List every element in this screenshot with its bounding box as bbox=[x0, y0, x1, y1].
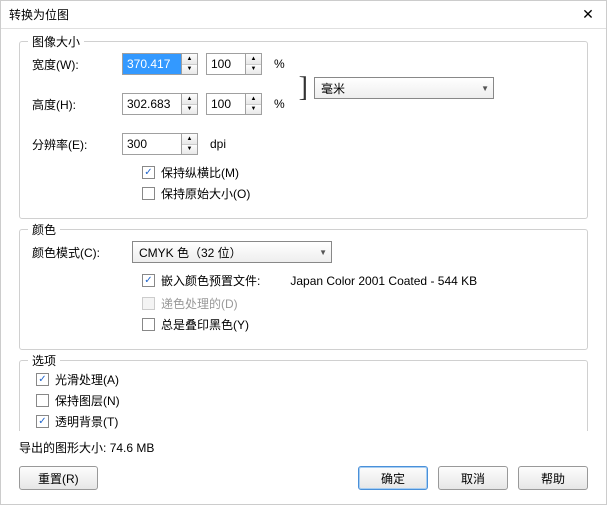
chevron-down-icon[interactable]: ▼ bbox=[246, 105, 261, 115]
color-mode-label: 颜色模式(C): bbox=[32, 244, 132, 261]
convert-to-bitmap-dialog: 转换为位图 ✕ 图像大小 宽度(W): ▲▼ ▲▼ bbox=[0, 0, 607, 505]
chevron-down-icon[interactable]: ▼ bbox=[182, 145, 197, 155]
embed-profile-checkbox[interactable]: ✓ bbox=[142, 274, 155, 287]
width-percent-input[interactable] bbox=[206, 53, 246, 75]
resolution-spin-buttons[interactable]: ▲▼ bbox=[182, 133, 198, 155]
cancel-button[interactable]: 取消 bbox=[438, 466, 508, 490]
reset-button[interactable]: 重置(R) bbox=[19, 466, 98, 490]
chevron-up-icon[interactable]: ▲ bbox=[182, 54, 197, 65]
group-image-size-title: 图像大小 bbox=[28, 33, 84, 50]
dialog-content: 图像大小 宽度(W): ▲▼ ▲▼ % bbox=[1, 29, 606, 431]
maintain-ratio-label: 保持纵横比(M) bbox=[161, 164, 239, 181]
chevron-down-icon[interactable]: ▼ bbox=[182, 65, 197, 75]
width-spin-buttons[interactable]: ▲▼ bbox=[182, 53, 198, 75]
chevron-down-icon: ▼ bbox=[481, 84, 489, 93]
close-icon[interactable]: ✕ bbox=[578, 5, 598, 25]
chevron-down-icon[interactable]: ▼ bbox=[246, 65, 261, 75]
chevron-up-icon[interactable]: ▲ bbox=[246, 54, 261, 65]
keep-layers-label: 保持图层(N) bbox=[55, 392, 120, 409]
antialias-checkbox[interactable]: ✓ bbox=[36, 373, 49, 386]
percent-unit: % bbox=[274, 97, 285, 111]
height-percent-spinner[interactable]: ▲▼ bbox=[206, 93, 262, 115]
chevron-up-icon[interactable]: ▲ bbox=[182, 134, 197, 145]
width-input[interactable] bbox=[122, 53, 182, 75]
ok-button[interactable]: 确定 bbox=[358, 466, 428, 490]
width-percent-spinner[interactable]: ▲▼ bbox=[206, 53, 262, 75]
chevron-up-icon[interactable]: ▲ bbox=[246, 94, 261, 105]
antialias-label: 光滑处理(A) bbox=[55, 371, 119, 388]
percent-unit: % bbox=[274, 57, 285, 71]
dialog-title: 转换为位图 bbox=[9, 6, 69, 23]
chevron-down-icon: ▼ bbox=[319, 248, 327, 257]
export-size-label: 导出的图形大小: bbox=[19, 441, 106, 455]
export-size-value: 74.6 MB bbox=[110, 441, 155, 455]
group-image-size: 图像大小 宽度(W): ▲▼ ▲▼ % bbox=[19, 41, 588, 219]
group-options: 选项 ✓ 光滑处理(A) 保持图层(N) ✓ 透明背景(T) bbox=[19, 360, 588, 431]
width-percent-spin-buttons[interactable]: ▲▼ bbox=[246, 53, 262, 75]
group-color: 颜色 颜色模式(C): CMYK 色（32 位） ▼ ✓ 嵌入颜色预置文件: J… bbox=[19, 229, 588, 350]
resolution-unit: dpi bbox=[210, 137, 226, 151]
overprint-black-checkbox[interactable] bbox=[142, 318, 155, 331]
chevron-down-icon[interactable]: ▼ bbox=[182, 105, 197, 115]
height-percent-spin-buttons[interactable]: ▲▼ bbox=[246, 93, 262, 115]
height-spinner[interactable]: ▲▼ bbox=[122, 93, 198, 115]
unit-combo[interactable]: 毫米 ▼ bbox=[314, 77, 494, 99]
dither-label: 递色处理的(D) bbox=[161, 295, 238, 312]
chevron-up-icon[interactable]: ▲ bbox=[182, 94, 197, 105]
profile-info: Japan Color 2001 Coated - 544 KB bbox=[290, 274, 477, 288]
help-button[interactable]: 帮助 bbox=[518, 466, 588, 490]
color-mode-value: CMYK 色（32 位） bbox=[139, 244, 319, 261]
resolution-spinner[interactable]: ▲▼ bbox=[122, 133, 198, 155]
resolution-label: 分辨率(E): bbox=[32, 136, 122, 153]
group-options-title: 选项 bbox=[28, 352, 60, 369]
width-spinner[interactable]: ▲▼ bbox=[122, 53, 198, 75]
keep-layers-checkbox[interactable] bbox=[36, 394, 49, 407]
height-percent-input[interactable] bbox=[206, 93, 246, 115]
transparent-bg-label: 透明背景(T) bbox=[55, 413, 118, 430]
maintain-original-checkbox[interactable] bbox=[142, 187, 155, 200]
group-color-title: 颜色 bbox=[28, 221, 60, 238]
maintain-original-label: 保持原始大小(O) bbox=[161, 185, 250, 202]
height-label: 高度(H): bbox=[32, 96, 122, 113]
bracket-icon: ] bbox=[299, 77, 308, 99]
resolution-input[interactable] bbox=[122, 133, 182, 155]
embed-profile-label: 嵌入颜色预置文件: bbox=[161, 272, 260, 289]
dialog-footer: 导出的图形大小: 74.6 MB 重置(R) 确定 取消 帮助 bbox=[1, 431, 606, 504]
width-label: 宽度(W): bbox=[32, 56, 122, 73]
height-input[interactable] bbox=[122, 93, 182, 115]
maintain-ratio-checkbox[interactable]: ✓ bbox=[142, 166, 155, 179]
unit-combo-value: 毫米 bbox=[321, 80, 481, 97]
overprint-black-label: 总是叠印黑色(Y) bbox=[161, 316, 249, 333]
color-mode-combo[interactable]: CMYK 色（32 位） ▼ bbox=[132, 241, 332, 263]
transparent-bg-checkbox[interactable]: ✓ bbox=[36, 415, 49, 428]
height-spin-buttons[interactable]: ▲▼ bbox=[182, 93, 198, 115]
dither-checkbox bbox=[142, 297, 155, 310]
export-size: 导出的图形大小: 74.6 MB bbox=[19, 439, 588, 456]
titlebar: 转换为位图 ✕ bbox=[1, 1, 606, 29]
